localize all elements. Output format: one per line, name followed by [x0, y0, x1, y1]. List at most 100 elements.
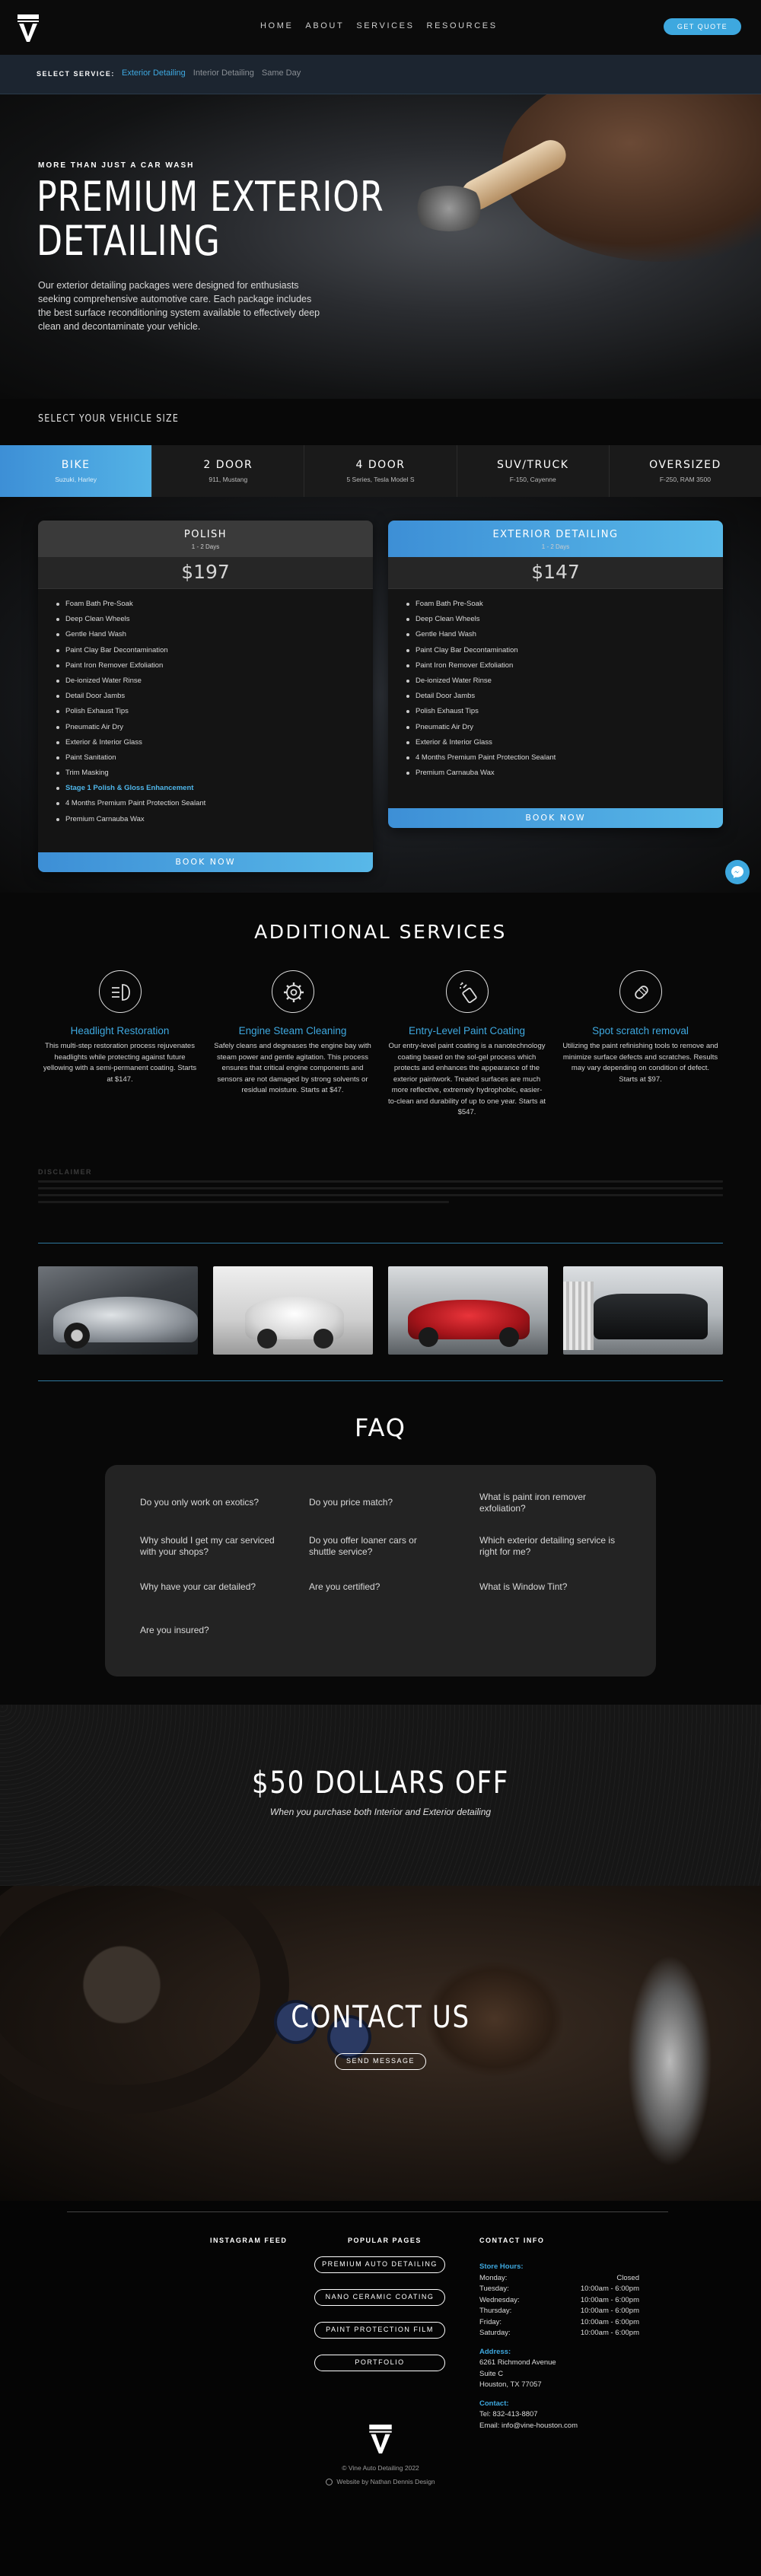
contact-title: CONTACT US [291, 2000, 470, 2035]
main-nav: HOME ABOUT SERVICES RESOURCES [260, 21, 498, 30]
hours-day: Wednesday: [479, 2295, 520, 2304]
faq-question[interactable]: Why have your car detailed? [140, 1581, 277, 1593]
send-message-button[interactable]: SEND MESSAGE [335, 2053, 426, 2070]
divider [38, 1380, 723, 1381]
faq-question[interactable]: Are you certified? [309, 1581, 446, 1593]
hours-day: Saturday: [479, 2329, 511, 2337]
service-text: Utilizing the paint refinishing tools to… [562, 1042, 718, 1084]
vehicle-tab-name: BIKE [61, 459, 91, 471]
logo[interactable] [17, 14, 40, 43]
hours-time: 10:00am - 6:00pm [580, 2285, 639, 2293]
package-feature: Stage 1 Polish & Gloss Enhancement [56, 781, 373, 796]
package-feature: De-ionized Water Rinse [56, 673, 373, 689]
vehicle-tab-4-door[interactable]: 4 DOOR 5 Series, Tesla Model S [304, 445, 457, 497]
package-feature: Pneumatic Air Dry [56, 720, 373, 735]
store-hours-label: Store Hours: [479, 2262, 524, 2271]
faq-question[interactable]: Why should I get my car serviced with yo… [140, 1535, 277, 1558]
gallery-image-silver-porsche[interactable] [38, 1266, 198, 1355]
vehicle-tab-examples: Suzuki, Harley [55, 476, 97, 483]
service-spot-scratch-removal: Spot scratch removal Utilizing the paint… [559, 970, 722, 1085]
package-feature: Paint Iron Remover Exfoliation [56, 658, 373, 673]
vehicle-tab-2-door[interactable]: 2 DOOR 911, Mustang [152, 445, 305, 497]
gallery-image-red-ferrari[interactable] [388, 1266, 548, 1355]
faq-question[interactable]: Are you insured? [140, 1625, 277, 1636]
service-text: Our entry-level paint coating is a nanot… [388, 1042, 546, 1116]
package-name: EXTERIOR DETAILING [492, 529, 619, 540]
package-duration: 1 - 2 Days [541, 543, 570, 550]
service-option-same-day[interactable]: Same Day [262, 68, 301, 78]
book-now-button[interactable]: BOOK NOW [388, 808, 723, 828]
faq-question[interactable]: Do you only work on exotics? [140, 1497, 277, 1508]
promo-title: $50 DOLLARS OFF [252, 1766, 509, 1801]
hero-bristle-image [411, 186, 487, 231]
package-feature: Paint Iron Remover Exfoliation [406, 658, 723, 673]
messenger-chat-icon[interactable] [725, 860, 750, 884]
footer-logo[interactable] [368, 2424, 393, 2454]
hours-row: Wednesday: 10:00am - 6:00pm [479, 2295, 639, 2307]
hours-time: 10:00am - 6:00pm [580, 2317, 639, 2326]
hero-description: Our exterior detailing packages were des… [38, 280, 320, 332]
package-feature-list: Foam Bath Pre-Soak Deep Clean Wheels Gentl… [38, 589, 373, 827]
contact-info: Store Hours: Monday: Closed Tuesday: 10:00… [479, 2262, 639, 2431]
vehicle-tab-oversized[interactable]: OVERSIZED F-250, RAM 3500 [609, 445, 761, 497]
nav-services[interactable]: SERVICES [356, 21, 414, 30]
hours-time: 10:00am - 6:00pm [580, 2295, 639, 2304]
package-feature: Deep Clean Wheels [56, 612, 373, 627]
phone-link[interactable]: Tel: 832-413-8807 [479, 2409, 639, 2421]
site-footer: INSTAGRAM FEED POPULAR PAGES CONTACT INF… [0, 2201, 761, 2576]
faq-question[interactable]: What is paint iron remover exfoliation? [479, 1492, 616, 1514]
package-feature: Paint Sanitation [56, 750, 373, 766]
copyright: © Vine Auto Detailing 2022 [342, 2464, 419, 2472]
headlight-icon [98, 970, 142, 1013]
website-credit[interactable]: Website by Nathan Dennis Design [0, 2478, 761, 2486]
hours-day: Monday: [479, 2273, 508, 2282]
service-option-interior[interactable]: Interior Detailing [193, 68, 254, 78]
package-feature: Deep Clean Wheels [406, 612, 723, 627]
book-now-button[interactable]: BOOK NOW [38, 852, 373, 872]
gallery-image-black-rolls-royce[interactable] [563, 1266, 723, 1355]
faq-question[interactable]: Which exterior detailing service is righ… [479, 1535, 616, 1558]
package-feature: Detail Door Jambs [406, 689, 723, 704]
vehicle-tab-bike[interactable]: BIKE Suzuki, Harley [0, 445, 153, 497]
get-quote-button[interactable]: GET QUOTE [664, 18, 741, 35]
service-title: Headlight Restoration [70, 1025, 170, 1036]
package-card-exterior-detailing: EXTERIOR DETAILING 1 - 2 Days $147 Foam B… [388, 521, 723, 828]
promo-subtitle: When you purchase both Interior and Exte… [269, 1807, 492, 1817]
footer-link-auto-detailing[interactable]: PREMIUM AUTO DETAILING [314, 2256, 445, 2273]
contact-label: Contact: [479, 2399, 509, 2408]
hours-row: Thursday: 10:00am - 6:00pm [479, 2306, 639, 2317]
vehicle-tab-suv-truck[interactable]: SUV/TRUCK F-150, Cayenne [457, 445, 610, 497]
address-line: Suite C [479, 2369, 504, 2378]
package-feature: Paint Clay Bar Decontamination [56, 643, 373, 658]
vehicle-size-label: SELECT YOUR VEHICLE SIZE [38, 413, 180, 425]
footer-pages-title: POPULAR PAGES [348, 2237, 422, 2244]
hero-hand-image [502, 94, 761, 262]
vehicle-tab-name: SUV/TRUCK [497, 459, 569, 471]
hours-day: Friday: [479, 2317, 502, 2326]
package-price: $197 [38, 557, 373, 589]
package-feature: Polish Exhaust Tips [406, 704, 723, 719]
hero-kicker: MORE THAN JUST A CAR WASH [38, 161, 195, 170]
nav-resources[interactable]: RESOURCES [427, 21, 498, 30]
package-feature: Paint Clay Bar Decontamination [406, 643, 723, 658]
faq-question[interactable]: Do you price match? [309, 1497, 446, 1508]
faq-title: FAQ [355, 1413, 406, 1442]
service-option-exterior[interactable]: Exterior Detailing [122, 68, 186, 78]
package-feature: 4 Months Premium Paint Protection Sealan… [406, 750, 723, 766]
footer-link-portfolio[interactable]: PORTFOLIO [314, 2355, 445, 2371]
package-feature: 4 Months Premium Paint Protection Sealan… [56, 796, 373, 811]
disclaimer: DISCLAIMER [38, 1168, 723, 1203]
site-header: HOME ABOUT SERVICES RESOURCES GET QUOTE [0, 0, 761, 55]
disclaimer-text-line [38, 1187, 723, 1189]
service-text: This multi-step restoration process reju… [43, 1042, 197, 1084]
service-title: Entry-Level Paint Coating [408, 1025, 526, 1036]
nav-about[interactable]: ABOUT [305, 21, 344, 30]
nav-home[interactable]: HOME [260, 21, 293, 30]
package-feature: De-ionized Water Rinse [406, 673, 723, 689]
email-link[interactable]: Email: info@vine-houston.com [479, 2421, 639, 2432]
footer-link-ceramic-coating[interactable]: NANO CERAMIC COATING [314, 2289, 445, 2306]
faq-question[interactable]: Do you offer loaner cars or shuttle serv… [309, 1535, 446, 1558]
footer-link-paint-protection-film[interactable]: PAINT PROTECTION FILM [314, 2322, 445, 2339]
faq-question[interactable]: What is Window Tint? [479, 1581, 616, 1593]
gallery-image-white-porsche[interactable] [213, 1266, 373, 1355]
